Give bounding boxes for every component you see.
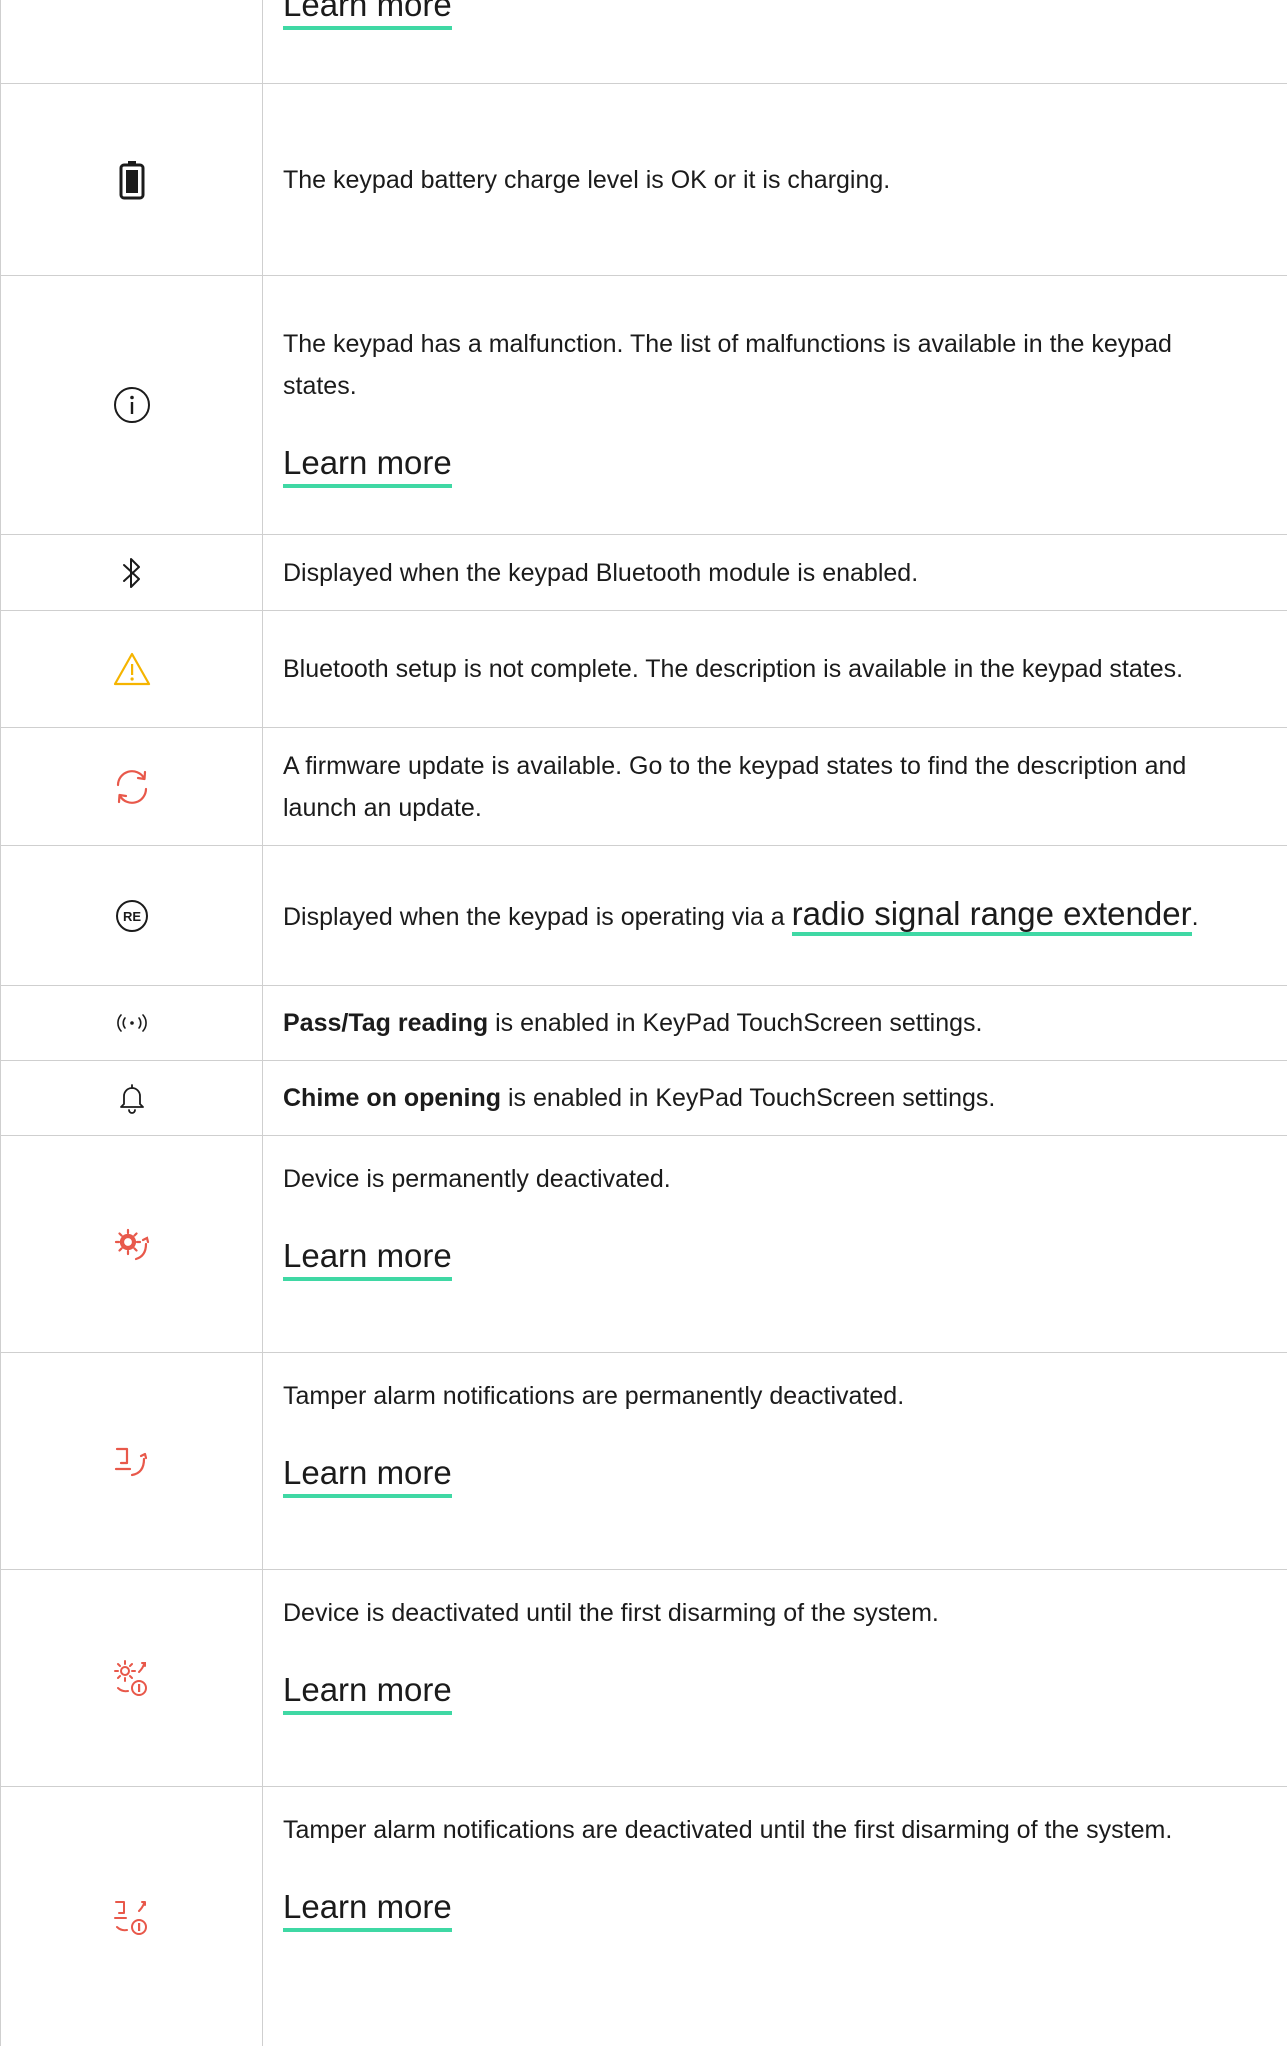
icon-cell bbox=[0, 276, 263, 534]
table-row: Displayed when the keypad Bluetooth modu… bbox=[0, 535, 1287, 611]
desc-cell: Displayed when the keypad is operating v… bbox=[263, 846, 1287, 985]
row-description: Bluetooth setup is not complete. The des… bbox=[283, 655, 1184, 683]
table-row: The keypad has a malfunction. The list o… bbox=[0, 276, 1287, 535]
desc-cell: Pass/Tag reading is enabled in KeyPad To… bbox=[263, 986, 1287, 1060]
learn-more-link[interactable]: Learn more bbox=[283, 1453, 452, 1498]
icon-cell bbox=[0, 84, 263, 275]
table-row: RE Displayed when the keypad is operatin… bbox=[0, 846, 1287, 986]
table-row: Pass/Tag reading is enabled in KeyPad To… bbox=[0, 986, 1287, 1061]
desc-cell: Tamper alarm notifications are permanent… bbox=[263, 1353, 1287, 1569]
icon-cell bbox=[0, 1136, 263, 1352]
icon-cell bbox=[0, 986, 263, 1060]
row-description: Chime on opening is enabled in KeyPad To… bbox=[283, 1084, 996, 1112]
icon-cell bbox=[0, 1061, 263, 1135]
table-row: Device is permanently deactivated. Learn… bbox=[0, 1136, 1287, 1353]
desc-cell: Device is deactivated until the first di… bbox=[263, 1570, 1287, 1786]
desc-cell: A firmware update is available. Go to th… bbox=[263, 728, 1287, 845]
radio-signal-range-extender-link[interactable]: radio signal range extender bbox=[791, 895, 1192, 936]
re-icon: RE bbox=[115, 899, 149, 933]
battery-icon bbox=[119, 160, 145, 200]
row-description: Device is deactivated until the first di… bbox=[283, 1599, 939, 1627]
icon-cell: RE bbox=[0, 846, 263, 985]
learn-more-link[interactable]: Learn more bbox=[283, 1236, 452, 1281]
row-description: Tamper alarm notifications are permanent… bbox=[283, 1382, 905, 1410]
row-description: A firmware update is available. Go to th… bbox=[283, 751, 1187, 822]
update-icon bbox=[112, 767, 152, 807]
icon-cell bbox=[0, 535, 263, 610]
table-row: The keypad battery charge level is OK or… bbox=[0, 84, 1287, 276]
desc-cell: Chime on opening is enabled in KeyPad To… bbox=[263, 1061, 1287, 1135]
learn-more-link[interactable]: Learn more bbox=[283, 1670, 452, 1715]
icon-cell bbox=[0, 611, 263, 727]
setting-name: Pass/Tag reading bbox=[283, 1009, 489, 1037]
row-description: The keypad battery charge level is OK or… bbox=[283, 165, 891, 194]
icon-cell bbox=[0, 728, 263, 845]
row-description: Device is permanently deactivated. bbox=[283, 1165, 671, 1193]
tamper-deactivated-until-disarm-icon bbox=[112, 1897, 152, 1937]
table-row: Tamper alarm notifications are permanent… bbox=[0, 1353, 1287, 1570]
desc-cell: Tamper alarm notifications are deactivat… bbox=[263, 1787, 1287, 2046]
table-row: Device is deactivated until the first di… bbox=[0, 1570, 1287, 1787]
desc-cell: Device is permanently deactivated. Learn… bbox=[263, 1136, 1287, 1352]
row-description: Displayed when the keypad Bluetooth modu… bbox=[283, 558, 919, 587]
desc-cell: The keypad has a malfunction. The list o… bbox=[263, 276, 1287, 534]
row-description: The keypad has a malfunction. The list o… bbox=[283, 329, 1172, 400]
device-deactivated-icon bbox=[112, 1226, 152, 1262]
table-row: Tamper alarm notifications are deactivat… bbox=[0, 1787, 1287, 2046]
row-description: Displayed when the keypad is operating v… bbox=[283, 888, 1247, 943]
info-icon bbox=[112, 385, 152, 425]
desc-cell: Learn more bbox=[263, 0, 1287, 83]
pass-tag-icon bbox=[115, 1012, 149, 1034]
icon-cell bbox=[0, 1353, 263, 1569]
row-description: Pass/Tag reading is enabled in KeyPad To… bbox=[283, 1009, 983, 1037]
table-row: Chime on opening is enabled in KeyPad To… bbox=[0, 1061, 1287, 1136]
device-deactivated-until-disarm-icon bbox=[112, 1658, 152, 1698]
tamper-deactivated-icon bbox=[112, 1443, 152, 1479]
table-row: Learn more bbox=[0, 0, 1287, 84]
icon-cell bbox=[0, 1787, 263, 2046]
desc-cell: Displayed when the keypad Bluetooth modu… bbox=[263, 535, 1287, 610]
learn-more-link[interactable]: Learn more bbox=[283, 443, 452, 488]
row-description: Tamper alarm notifications are deactivat… bbox=[283, 1816, 1173, 1844]
bluetooth-icon bbox=[120, 556, 144, 590]
table-row: A firmware update is available. Go to th… bbox=[0, 728, 1287, 846]
svg-text:RE: RE bbox=[122, 909, 140, 924]
learn-more-link[interactable]: Learn more bbox=[283, 0, 452, 30]
icon-cell bbox=[0, 1570, 263, 1786]
desc-cell: Bluetooth setup is not complete. The des… bbox=[263, 611, 1287, 727]
warning-icon bbox=[112, 651, 152, 687]
bell-icon bbox=[117, 1082, 147, 1114]
table-row: Bluetooth setup is not complete. The des… bbox=[0, 611, 1287, 728]
desc-cell: The keypad battery charge level is OK or… bbox=[263, 84, 1287, 275]
keypad-icons-table: Learn more The keypad battery charge lev… bbox=[0, 0, 1287, 2046]
icon-cell bbox=[0, 0, 263, 83]
learn-more-link[interactable]: Learn more bbox=[283, 1887, 452, 1932]
setting-name: Chime on opening bbox=[283, 1084, 502, 1112]
